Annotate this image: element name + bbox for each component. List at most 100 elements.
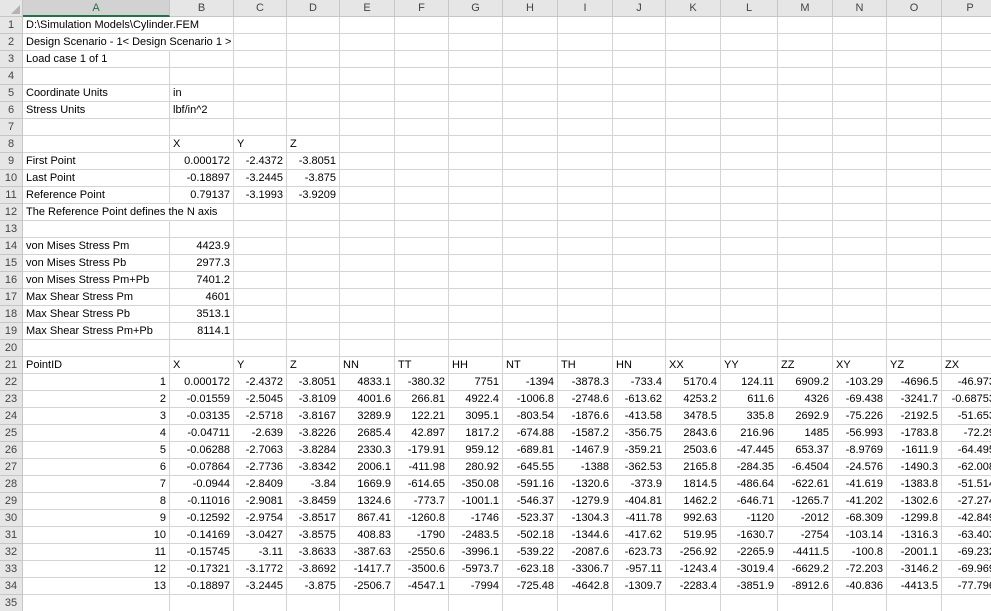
cell-l16[interactable] xyxy=(721,272,778,289)
cell-f25[interactable]: 42.897 xyxy=(395,425,449,442)
cell-a32[interactable]: 11 xyxy=(23,544,170,561)
cell-m35[interactable] xyxy=(778,595,833,611)
cell-k16[interactable] xyxy=(666,272,721,289)
cell-m8[interactable] xyxy=(778,136,833,153)
cell-b19[interactable]: 8114.1 xyxy=(170,323,234,340)
cell-n34[interactable]: -40.836 xyxy=(833,578,887,595)
cell-j16[interactable] xyxy=(613,272,666,289)
cell-f1[interactable] xyxy=(395,17,449,34)
cell-e6[interactable] xyxy=(340,102,395,119)
cell-o25[interactable]: -1783.8 xyxy=(887,425,942,442)
cell-f21[interactable]: TT xyxy=(395,357,449,374)
cell-l12[interactable] xyxy=(721,204,778,221)
cell-g21[interactable]: HH xyxy=(449,357,503,374)
cell-d3[interactable] xyxy=(287,51,340,68)
cell-a17[interactable]: Max Shear Stress Pm xyxy=(23,289,170,306)
cell-p26[interactable]: -64.495 xyxy=(942,442,991,459)
row-header[interactable]: 28 xyxy=(0,476,23,493)
cell-m31[interactable]: -2754 xyxy=(778,527,833,544)
cell-h4[interactable] xyxy=(503,68,558,85)
cell-j34[interactable]: -1309.7 xyxy=(613,578,666,595)
cell-b33[interactable]: -0.17321 xyxy=(170,561,234,578)
cell-e28[interactable]: 1669.9 xyxy=(340,476,395,493)
cell-i18[interactable] xyxy=(558,306,613,323)
cell-m19[interactable] xyxy=(778,323,833,340)
cell-b4[interactable] xyxy=(170,68,234,85)
cell-p22[interactable]: -46.973 xyxy=(942,374,991,391)
cell-f17[interactable] xyxy=(395,289,449,306)
cell-h9[interactable] xyxy=(503,153,558,170)
cell-o30[interactable]: -1299.8 xyxy=(887,510,942,527)
cell-i20[interactable] xyxy=(558,340,613,357)
row-header[interactable]: 4 xyxy=(0,68,23,85)
cell-k18[interactable] xyxy=(666,306,721,323)
cell-l29[interactable]: -646.71 xyxy=(721,493,778,510)
cell-d10[interactable]: -3.875 xyxy=(287,170,340,187)
cell-o20[interactable] xyxy=(887,340,942,357)
cell-a8[interactable] xyxy=(23,136,170,153)
cell-p34[interactable]: -77.796 xyxy=(942,578,991,595)
cell-m28[interactable]: -622.61 xyxy=(778,476,833,493)
row-header[interactable]: 17 xyxy=(0,289,23,306)
cell-h5[interactable] xyxy=(503,85,558,102)
cell-l27[interactable]: -284.35 xyxy=(721,459,778,476)
cell-l33[interactable]: -3019.4 xyxy=(721,561,778,578)
cell-e13[interactable] xyxy=(340,221,395,238)
cell-n18[interactable] xyxy=(833,306,887,323)
cell-o28[interactable]: -1383.8 xyxy=(887,476,942,493)
cell-c17[interactable] xyxy=(234,289,287,306)
cell-j1[interactable] xyxy=(613,17,666,34)
cell-d8[interactable]: Z xyxy=(287,136,340,153)
cell-d33[interactable]: -3.8692 xyxy=(287,561,340,578)
cell-i9[interactable] xyxy=(558,153,613,170)
cell-c24[interactable]: -2.5718 xyxy=(234,408,287,425)
cell-c13[interactable] xyxy=(234,221,287,238)
cell-i16[interactable] xyxy=(558,272,613,289)
cell-m5[interactable] xyxy=(778,85,833,102)
cell-o32[interactable]: -2001.1 xyxy=(887,544,942,561)
cell-a6[interactable]: Stress Units xyxy=(23,102,170,119)
cell-j18[interactable] xyxy=(613,306,666,323)
cell-d17[interactable] xyxy=(287,289,340,306)
cell-n12[interactable] xyxy=(833,204,887,221)
cell-e14[interactable] xyxy=(340,238,395,255)
cell-l31[interactable]: -1630.7 xyxy=(721,527,778,544)
cell-j23[interactable]: -613.62 xyxy=(613,391,666,408)
cell-j27[interactable]: -362.53 xyxy=(613,459,666,476)
cell-e23[interactable]: 4001.6 xyxy=(340,391,395,408)
cell-d15[interactable] xyxy=(287,255,340,272)
cell-b34[interactable]: -0.18897 xyxy=(170,578,234,595)
cell-a26[interactable]: 5 xyxy=(23,442,170,459)
cell-d30[interactable]: -3.8517 xyxy=(287,510,340,527)
cell-h12[interactable] xyxy=(503,204,558,221)
cell-c28[interactable]: -2.8409 xyxy=(234,476,287,493)
cell-h34[interactable]: -725.48 xyxy=(503,578,558,595)
cell-f29[interactable]: -773.7 xyxy=(395,493,449,510)
cell-k2[interactable] xyxy=(666,34,721,51)
cell-o9[interactable] xyxy=(887,153,942,170)
row-header[interactable]: 2 xyxy=(0,34,23,51)
cell-p8[interactable] xyxy=(942,136,991,153)
cell-i26[interactable]: -1467.9 xyxy=(558,442,613,459)
cell-o23[interactable]: -3241.7 xyxy=(887,391,942,408)
cell-g28[interactable]: -350.08 xyxy=(449,476,503,493)
cell-g7[interactable] xyxy=(449,119,503,136)
cell-a18[interactable]: Max Shear Stress Pb xyxy=(23,306,170,323)
cell-k34[interactable]: -2283.4 xyxy=(666,578,721,595)
cell-n10[interactable] xyxy=(833,170,887,187)
cell-n24[interactable]: -75.226 xyxy=(833,408,887,425)
cell-l32[interactable]: -2265.9 xyxy=(721,544,778,561)
cell-c22[interactable]: -2.4372 xyxy=(234,374,287,391)
cell-b9[interactable]: 0.000172 xyxy=(170,153,234,170)
cell-k23[interactable]: 4253.2 xyxy=(666,391,721,408)
cell-m15[interactable] xyxy=(778,255,833,272)
cell-g16[interactable] xyxy=(449,272,503,289)
cell-a23[interactable]: 2 xyxy=(23,391,170,408)
cell-k5[interactable] xyxy=(666,85,721,102)
cell-j15[interactable] xyxy=(613,255,666,272)
cell-i4[interactable] xyxy=(558,68,613,85)
row-header[interactable]: 33 xyxy=(0,561,23,578)
cell-a2[interactable]: Design Scenario - 1< Design Scenario 1 > xyxy=(23,34,231,51)
cell-l21[interactable]: YY xyxy=(721,357,778,374)
cell-l15[interactable] xyxy=(721,255,778,272)
